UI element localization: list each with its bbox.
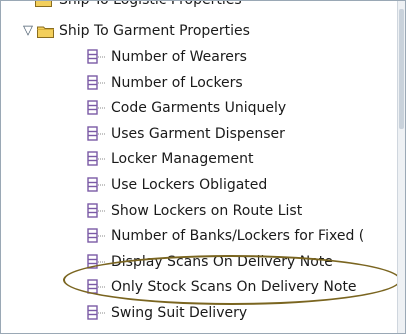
property-node-icon: [87, 151, 105, 166]
tree-item-label: Show Lockers on Route List: [111, 203, 303, 219]
vertical-scrollbar[interactable]: [397, 1, 405, 333]
property-node-icon: [87, 203, 105, 218]
tree-item-label: Only Stock Scans On Delivery Note: [111, 279, 357, 295]
tree-item-label: Number of Lockers: [111, 75, 243, 91]
property-node-icon: [87, 49, 105, 64]
tree-item-label: Display Scans On Delivery Note: [111, 254, 333, 270]
property-node-icon: [87, 100, 105, 115]
folder-icon: [35, 1, 52, 7]
tree-item-label: Ship To Garment Properties: [59, 23, 250, 39]
tree-item-label: Ship To Logistic Properties: [59, 0, 242, 8]
property-node-icon: [87, 75, 105, 90]
tree-panel: Ship To Logistic Properties ▽ Ship To Ga…: [0, 0, 406, 334]
tree-item-label: Code Garments Uniquely: [111, 100, 287, 116]
tree-item-label: Number of Wearers: [111, 49, 247, 65]
property-node-icon: [87, 177, 105, 192]
collapse-toggle-icon[interactable]: ▽: [23, 20, 33, 42]
scrollbar-thumb[interactable]: [399, 9, 404, 129]
tree-item-label: Number of Banks/Lockers for Fixed (: [111, 228, 365, 244]
tree-item-label: Locker Management: [111, 151, 254, 167]
tree-item-label: Use Lockers Obligated: [111, 177, 268, 193]
tree-item-label: Uses Garment Dispenser: [111, 126, 285, 142]
property-node-icon: [87, 305, 105, 320]
property-node-icon: [87, 126, 105, 141]
property-node-icon: [87, 228, 105, 243]
property-node-icon: [87, 254, 105, 269]
tree-item-label: Swing Suit Delivery: [111, 305, 248, 321]
folder-icon: [37, 26, 54, 38]
property-node-icon: [87, 279, 105, 294]
